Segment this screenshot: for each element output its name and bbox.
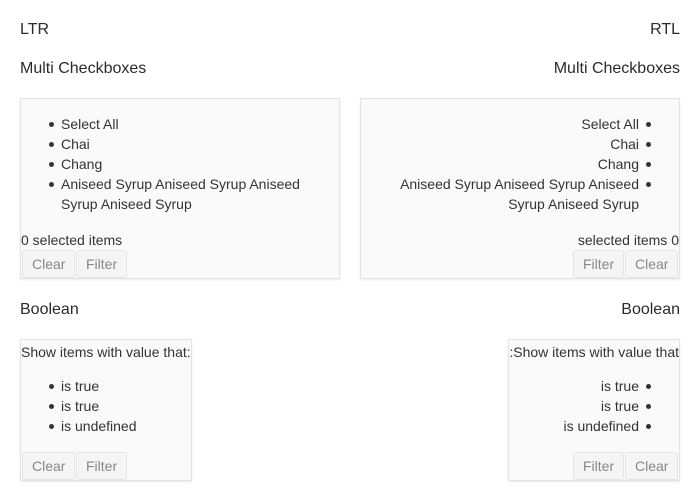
ltr-multi-checkbox-list: Select All Chai Chang Aniseed Syrup Anis… [49,114,319,214]
ltr-boolean-item-is-undefined[interactable]: is undefined [49,416,171,436]
bullet-icon [49,162,54,167]
bullet-icon [49,424,54,429]
rtl-multi-filter-button[interactable]: Filter [573,250,625,278]
ltr-boolean-clear-button[interactable]: Clear [22,452,76,480]
ltr-multi-filter-button[interactable]: Filter [76,250,128,278]
rtl-boolean-list: is true is true is undefined [529,376,651,436]
bullet-icon [49,384,54,389]
bullet-icon [49,182,54,187]
ltr-boolean-prompt: Show items with value that: [21,344,191,360]
bullet-icon [49,404,54,409]
ltr-boolean-item-is-true[interactable]: is true [49,396,171,416]
ltr-selected-items-count: 0 selected items [21,232,123,248]
ltr-multi-checkbox-filter-panel: Select All Chai Chang Aniseed Syrup Anis… [20,98,340,279]
ltr-multi-item-select-all[interactable]: Select All [49,114,319,134]
rtl-boolean-prompt: :Show items with value that [509,344,679,360]
bullet-icon [646,122,651,127]
rtl-boolean-title: Boolean [621,301,680,318]
ltr-multi-item-aniseed-syrup[interactable]: Aniseed Syrup Aniseed Syrup Aniseed Syru… [49,174,319,214]
rtl-multi-checkbox-filter-panel: Select All Chai Chang Aniseed Syrup Anis… [360,98,680,279]
rtl-multi-checkboxes-title: Multi Checkboxes [553,60,680,77]
bullet-icon [646,182,651,187]
bullet-icon [646,404,651,409]
ltr-multi-item-chang[interactable]: Chang [49,154,319,174]
rtl-boolean-filter-panel: :Show items with value that is true is t… [508,339,680,481]
bullet-icon [49,122,54,127]
ltr-direction-label: LTR [20,21,50,38]
rtl-multi-item-chang[interactable]: Chang [381,154,651,174]
ltr-multi-clear-button[interactable]: Clear [22,250,76,278]
bullet-icon [646,162,651,167]
ltr-boolean-filter-panel: Show items with value that: is true is t… [20,339,192,481]
rtl-multi-item-select-all[interactable]: Select All [381,114,651,134]
rtl-boolean-item-is-true[interactable]: is true [529,396,651,416]
rtl-boolean-clear-button[interactable]: Clear [625,452,679,480]
ltr-multi-checkboxes-title: Multi Checkboxes [20,60,147,77]
rtl-boolean-filter-button[interactable]: Filter [573,452,625,480]
rtl-boolean-item-is-undefined[interactable]: is undefined [529,416,651,436]
rtl-direction-label: RTL [650,21,680,38]
ltr-boolean-filter-button[interactable]: Filter [76,452,128,480]
bullet-icon [646,384,651,389]
bullet-icon [646,142,651,147]
rtl-multi-item-chai[interactable]: Chai [381,134,651,154]
rtl-multi-checkbox-list: Select All Chai Chang Aniseed Syrup Anis… [381,114,651,214]
bullet-icon [646,424,651,429]
ltr-multi-item-chai[interactable]: Chai [49,134,319,154]
bullet-icon [49,142,54,147]
rtl-multi-item-aniseed-syrup[interactable]: Aniseed Syrup Aniseed Syrup Aniseed Syru… [381,174,651,214]
rtl-multi-clear-button[interactable]: Clear [625,250,679,278]
ltr-boolean-list: is true is true is undefined [49,376,171,436]
rtl-boolean-item-is-true[interactable]: is true [529,376,651,396]
ltr-boolean-item-is-true[interactable]: is true [49,376,171,396]
rtl-selected-items-count: selected items 0 [577,232,679,248]
ltr-boolean-title: Boolean [20,301,79,318]
